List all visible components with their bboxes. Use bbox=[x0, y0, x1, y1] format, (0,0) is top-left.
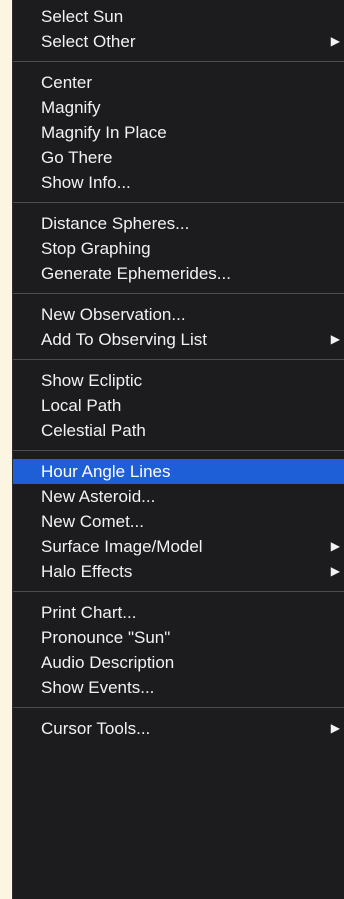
menu-item-label: Print Chart... bbox=[41, 603, 137, 622]
menu-item-show-events[interactable]: Show Events... bbox=[13, 675, 344, 700]
menu-item-add-to-observing-list[interactable]: Add To Observing List ▶ bbox=[13, 327, 344, 352]
menu-item-label: Stop Graphing bbox=[41, 239, 151, 258]
submenu-arrow-icon: ▶ bbox=[330, 721, 340, 735]
menu-item-label: Select Sun bbox=[41, 7, 124, 26]
submenu-arrow-icon: ▶ bbox=[330, 34, 340, 48]
menu-item-label: Distance Spheres... bbox=[41, 214, 190, 233]
menu-item-new-observation[interactable]: New Observation... bbox=[13, 302, 344, 327]
menu-separator bbox=[13, 293, 344, 294]
menu-item-label: Go There bbox=[41, 148, 113, 167]
menu-item-celestial-path[interactable]: Celestial Path bbox=[13, 418, 344, 443]
submenu-arrow-icon: ▶ bbox=[330, 564, 340, 578]
menu-item-audio-description[interactable]: Audio Description bbox=[13, 650, 344, 675]
submenu-arrow-icon: ▶ bbox=[330, 539, 340, 553]
menu-item-label: Show Ecliptic bbox=[41, 371, 143, 390]
menu-item-pronounce-sun[interactable]: Pronounce "Sun" bbox=[13, 625, 344, 650]
menu-item-label: New Observation... bbox=[41, 305, 186, 324]
menu-item-label: Magnify bbox=[41, 98, 101, 117]
menu-item-label: Hour Angle Lines bbox=[41, 462, 171, 481]
menu-item-label: Center bbox=[41, 73, 93, 92]
submenu-arrow-icon: ▶ bbox=[330, 332, 340, 346]
menu-separator bbox=[13, 450, 344, 451]
menu-item-new-comet[interactable]: New Comet... bbox=[13, 509, 344, 534]
menu-item-select-other[interactable]: Select Other ▶ bbox=[13, 29, 344, 54]
menu-item-local-path[interactable]: Local Path bbox=[13, 393, 344, 418]
menu-item-new-asteroid[interactable]: New Asteroid... bbox=[13, 484, 344, 509]
menu-separator bbox=[13, 202, 344, 203]
menu-item-show-info[interactable]: Show Info... bbox=[13, 170, 344, 195]
menu-item-magnify[interactable]: Magnify bbox=[13, 95, 344, 120]
menu-item-label: Add To Observing List bbox=[41, 330, 207, 349]
menu-item-label: Pronounce "Sun" bbox=[41, 628, 171, 647]
menu-item-label: Cursor Tools... bbox=[41, 719, 151, 738]
menu-separator bbox=[13, 707, 344, 708]
menu-item-label: Show Events... bbox=[41, 678, 155, 697]
menu-item-label: Audio Description bbox=[41, 653, 175, 672]
menu-item-select-sun[interactable]: Select Sun bbox=[13, 4, 344, 29]
menu-item-surface-image-model[interactable]: Surface Image/Model ▶ bbox=[13, 534, 344, 559]
menu-item-go-there[interactable]: Go There bbox=[13, 145, 344, 170]
menu-separator bbox=[13, 359, 344, 360]
menu-item-stop-graphing[interactable]: Stop Graphing bbox=[13, 236, 344, 261]
menu-item-label: Halo Effects bbox=[41, 562, 133, 581]
menu-item-cursor-tools[interactable]: Cursor Tools... ▶ bbox=[13, 716, 344, 741]
menu-item-label: Show Info... bbox=[41, 173, 131, 192]
menu-item-label: Generate Ephemerides... bbox=[41, 264, 231, 283]
menu-item-halo-effects[interactable]: Halo Effects ▶ bbox=[13, 559, 344, 584]
menu-item-print-chart[interactable]: Print Chart... bbox=[13, 600, 344, 625]
menu-item-label: New Asteroid... bbox=[41, 487, 156, 506]
menu-item-hour-angle-lines[interactable]: Hour Angle Lines bbox=[13, 459, 344, 484]
menu-separator bbox=[13, 61, 344, 62]
menu-item-magnify-in-place[interactable]: Magnify In Place bbox=[13, 120, 344, 145]
menu-item-generate-ephemerides[interactable]: Generate Ephemerides... bbox=[13, 261, 344, 286]
menu-item-distance-spheres[interactable]: Distance Spheres... bbox=[13, 211, 344, 236]
menu-item-label: Local Path bbox=[41, 396, 122, 415]
menu-item-label: Surface Image/Model bbox=[41, 537, 203, 556]
menu-item-label: Celestial Path bbox=[41, 421, 146, 440]
menu-item-show-ecliptic[interactable]: Show Ecliptic bbox=[13, 368, 344, 393]
menu-item-label: Select Other bbox=[41, 32, 136, 51]
menu-item-label: Magnify In Place bbox=[41, 123, 167, 142]
menu-separator bbox=[13, 591, 344, 592]
context-menu: Select Sun Select Other ▶ Center Magnify Magn… bbox=[12, 0, 344, 899]
menu-item-label: New Comet... bbox=[41, 512, 144, 531]
menu-item-center[interactable]: Center bbox=[13, 70, 344, 95]
